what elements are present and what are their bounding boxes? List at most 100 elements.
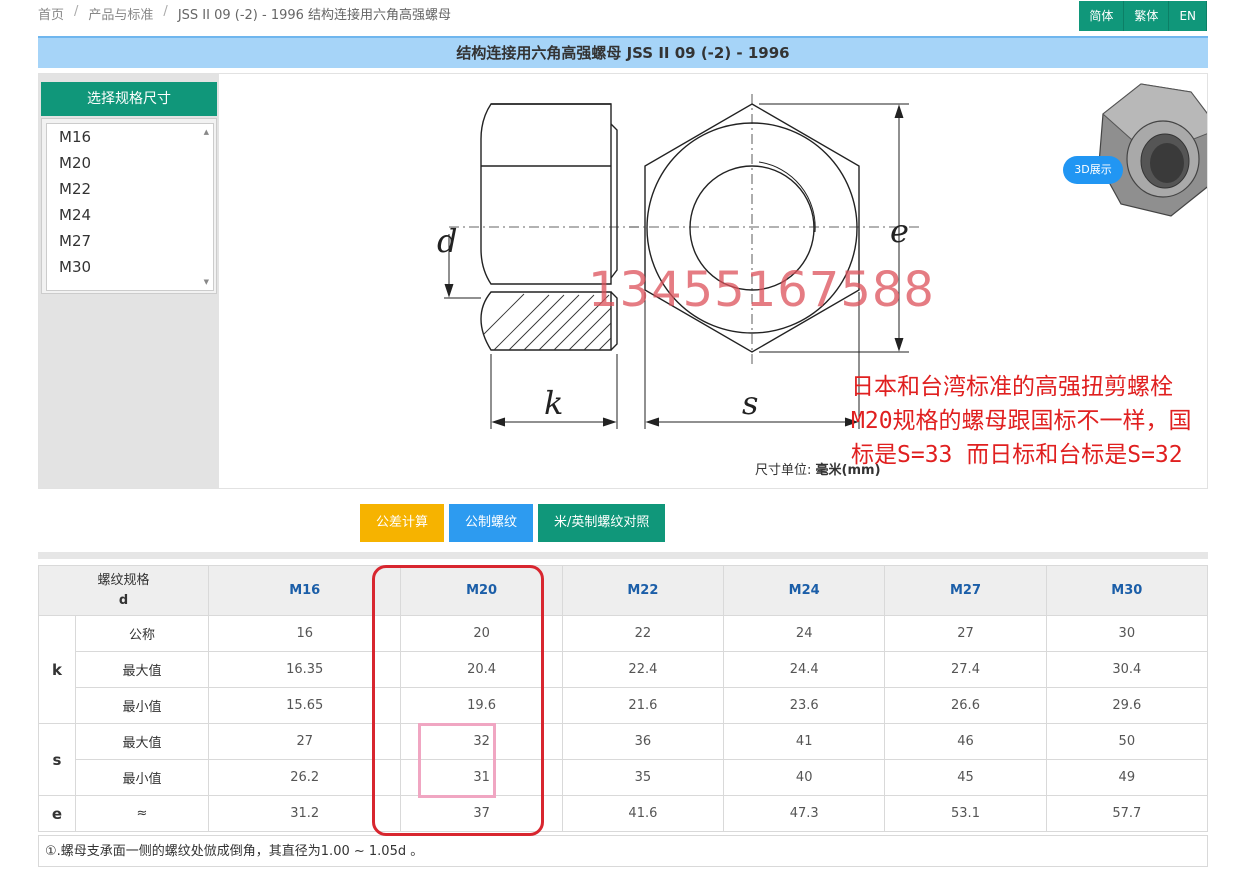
table-cell: 22.4 (561, 651, 725, 688)
table-cell: 36 (561, 723, 725, 760)
size-option-m20[interactable]: M20 (47, 150, 213, 176)
table-cell: 27 (207, 723, 402, 760)
table-cell: 45 (884, 759, 1047, 796)
table-cell: 46 (884, 723, 1047, 760)
table-row: 最大值 16.35 20.4 22.4 24.4 27.4 30.4 (39, 651, 1209, 688)
size-listbox[interactable]: M16 M20 M22 M24 M27 M30 ▲ ▼ (41, 118, 217, 294)
group-label: s (38, 723, 76, 796)
table-cell: 30.4 (1045, 651, 1209, 688)
table-cell: 31 (400, 759, 563, 796)
table-row: k 公称 16 20 22 24 27 30 (38, 615, 1209, 724)
column-header: M27 (884, 565, 1047, 616)
table-cell: 49 (1045, 759, 1209, 796)
group-label: e (38, 795, 76, 832)
thread-arc (758, 161, 816, 233)
section-divider (38, 552, 1208, 559)
row-label: 最小值 (75, 687, 209, 724)
size-option-m24[interactable]: M24 (47, 202, 213, 228)
table-cell: 37 (400, 795, 563, 832)
column-header: M20 (400, 565, 563, 616)
dimension-d-label: d (437, 222, 457, 260)
table-cell: 27 (884, 615, 1047, 652)
unit-prefix: 尺寸单位: (755, 463, 812, 478)
tolerance-calc-button[interactable]: 公差计算 (360, 504, 445, 542)
table-cell: 47.3 (723, 795, 886, 832)
scroll-down-icon[interactable]: ▼ (204, 278, 209, 286)
row-label: 最大值 (75, 651, 209, 688)
table-cell: 24 (723, 615, 886, 652)
table-cell: 41 (723, 723, 886, 760)
table-cell: 27.4 (884, 651, 1047, 688)
dimension-k-label: k (544, 384, 563, 422)
table-cell: 32 (400, 723, 563, 760)
table-cell: 15.65 (207, 687, 402, 724)
scroll-up-icon[interactable]: ▲ (204, 128, 209, 136)
lang-english-button[interactable]: EN (1169, 1, 1207, 31)
size-selector-header: 选择规格尺寸 (41, 82, 217, 116)
nut-3d-thumbnail (1098, 83, 1220, 217)
phone-watermark: 13455167588 (588, 262, 935, 318)
corner-sublabel: d (118, 592, 129, 608)
table-cell: 22 (561, 615, 725, 652)
size-list[interactable]: M16 M20 M22 M24 M27 M30 ▲ ▼ (46, 123, 214, 291)
table-cell: 30 (1045, 615, 1209, 652)
column-header: M30 (1045, 565, 1209, 616)
table-corner-header: 螺纹规格 d (38, 565, 209, 616)
breadcrumb-home-link[interactable]: 首页 (38, 4, 64, 23)
table-row: 最小值 26.2 31 35 40 45 49 (39, 759, 1209, 796)
table-cell: 23.6 (723, 687, 886, 724)
lang-traditional-button[interactable]: 繁体 (1124, 1, 1170, 31)
table-header-row: 螺纹规格 d M16 M20 M22 M24 M27 M30 (38, 565, 1209, 616)
table-cell: 20 (400, 615, 563, 652)
row-label: 最小值 (75, 759, 209, 796)
table-row: 最小值 15.65 19.6 21.6 23.6 26.6 29.6 (39, 687, 1209, 724)
table-cell: 26.6 (884, 687, 1047, 724)
spec-table: 螺纹规格 d M16 M20 M22 M24 M27 M30 k 公称 16 2… (38, 565, 1209, 832)
breadcrumb-separator: / (163, 4, 168, 19)
table-cell: 31.2 (207, 795, 402, 832)
column-header: M22 (561, 565, 725, 616)
breadcrumb: 首页 / 产品与标准 / JSS II 09 (-2) - 1996 结构连接用… (38, 4, 451, 23)
row-label: ≈ (75, 795, 209, 832)
red-annotation-text: 日本和台湾标准的高强扭剪螺栓M20规格的螺母跟国标不一样，国标是S=33 而日标… (851, 374, 1192, 468)
table-cell: 40 (723, 759, 886, 796)
table-cell: 16 (207, 615, 402, 652)
table-cell: 24.4 (723, 651, 886, 688)
size-option-m27[interactable]: M27 (47, 228, 213, 254)
table-cell: 21.6 (561, 687, 725, 724)
column-header: M16 (207, 565, 402, 616)
language-switcher: 简体 繁体 EN (1079, 1, 1207, 31)
size-option-m22[interactable]: M22 (47, 176, 213, 202)
group-label: k (38, 615, 76, 724)
row-label: 最大值 (75, 723, 209, 760)
table-cell: 35 (561, 759, 725, 796)
lang-simplified-button[interactable]: 简体 (1079, 1, 1125, 31)
breadcrumb-separator: / (74, 4, 79, 19)
table-cell: 50 (1045, 723, 1209, 760)
metric-thread-button[interactable]: 公制螺纹 (449, 504, 534, 542)
table-cell: 53.1 (884, 795, 1047, 832)
size-option-m16[interactable]: M16 (47, 124, 213, 150)
breadcrumb-category-link[interactable]: 产品与标准 (88, 4, 153, 23)
size-option-m30[interactable]: M30 (47, 254, 213, 280)
dimension-e-label: e (890, 212, 909, 250)
table-cell: 19.6 (400, 687, 563, 724)
show-3d-button[interactable]: 3D展示 (1063, 156, 1123, 184)
row-label: 公称 (75, 615, 209, 652)
corner-label: 螺纹规格 (97, 572, 150, 588)
size-sidebar: 选择规格尺寸 M16 M20 M22 M24 M27 M30 ▲ ▼ (39, 74, 219, 488)
side-view-body (480, 103, 612, 285)
thread-conversion-button[interactable]: 米/英制螺纹对照 (538, 504, 666, 542)
table-cell: 26.2 (207, 759, 402, 796)
dimension-s-label: s (742, 384, 758, 422)
table-cell: 16.35 (207, 651, 402, 688)
breadcrumb-current: JSS II 09 (-2) - 1996 结构连接用六角高强螺母 (177, 8, 452, 23)
page-title: 结构连接用六角高强螺母 JSS II 09 (-2) - 1996 (38, 36, 1208, 68)
table-row: s 最大值 27 32 36 41 46 50 (38, 723, 1209, 796)
table-cell: 29.6 (1045, 687, 1209, 724)
table-row: e ≈ 31.2 37 41.6 47.3 53.1 57.7 (38, 795, 1209, 832)
table-cell: 41.6 (561, 795, 725, 832)
column-header: M24 (723, 565, 886, 616)
table-cell: 57.7 (1045, 795, 1209, 832)
table-cell: 20.4 (400, 651, 563, 688)
